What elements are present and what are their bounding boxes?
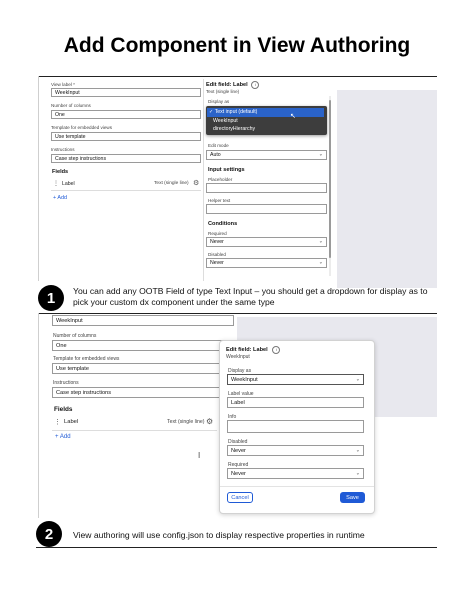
edit-panel-title: Edit field: Label i xyxy=(206,81,260,89)
info-icon[interactable]: i xyxy=(251,81,260,89)
chevron-down-icon: ⌄ xyxy=(355,376,360,383)
add-field-link[interactable]: + Add xyxy=(55,434,71,440)
drag-handle-icon[interactable]: ⋮ xyxy=(54,418,61,426)
screenshot-2: WeekInput Number of columns One Template… xyxy=(38,313,437,518)
placeholder-input[interactable] xyxy=(206,183,327,193)
disabled-label: Disabled xyxy=(208,252,226,257)
modal-subtitle: WeekInput xyxy=(226,354,250,360)
field-type: Text (single line) xyxy=(154,181,189,186)
modal-title-text: Edit field: Label xyxy=(226,347,268,353)
chevron-down-icon: ⌄ xyxy=(355,447,360,454)
step-number-2: 2 xyxy=(36,521,62,547)
instructions-label: Instructions xyxy=(53,380,79,386)
label-value-input[interactable]: Label xyxy=(227,397,364,408)
required-value: Never xyxy=(231,470,246,477)
chevron-down-icon: ⌄ xyxy=(318,238,323,245)
columns-label: Number of columns xyxy=(51,103,91,108)
info-input[interactable] xyxy=(227,420,364,433)
chevron-down-icon: ⌄ xyxy=(318,259,323,266)
display-as-value: WeekInput xyxy=(231,376,258,383)
template-select[interactable]: Use template xyxy=(51,132,201,141)
field-name: Label xyxy=(62,181,75,187)
field-row[interactable]: ⋮ Label Text (single line) ⚙ xyxy=(51,180,201,191)
instructions-label: Instructions xyxy=(51,147,75,152)
columns-label: Number of columns xyxy=(53,333,97,339)
columns-select[interactable]: One xyxy=(52,340,234,351)
field-name: Label xyxy=(64,419,79,425)
helper-text-input[interactable] xyxy=(206,204,327,214)
chevron-down-icon: ⌄ xyxy=(318,151,323,158)
columns-select[interactable]: One xyxy=(51,110,201,119)
left-border xyxy=(38,76,39,281)
display-as-label: Display as xyxy=(208,99,230,104)
instructions-input[interactable]: Case step instructions xyxy=(51,154,201,163)
required-select[interactable]: Never ⌄ xyxy=(206,237,327,247)
top-rule xyxy=(38,76,437,77)
placeholder-label: Placeholder xyxy=(208,177,233,182)
required-label: Required xyxy=(208,231,227,236)
template-label: Template for embedded views xyxy=(51,125,113,130)
edit-panel-divider xyxy=(203,79,204,281)
disabled-value: Never xyxy=(210,260,224,266)
view-label-input[interactable]: WeekInput xyxy=(51,88,201,97)
cancel-button[interactable]: Cancel xyxy=(227,492,253,503)
gear-icon[interactable]: ⚙ xyxy=(193,179,199,187)
add-field-label: Add xyxy=(59,434,71,440)
view-label-input[interactable]: WeekInput xyxy=(52,315,234,326)
disabled-value: Never xyxy=(231,447,246,454)
step-2-caption: View authoring will use config.json to d… xyxy=(73,530,365,540)
gear-icon[interactable]: ⚙ xyxy=(206,417,213,426)
helper-text-label: Helper text xyxy=(208,198,231,203)
disabled-select[interactable]: Never ⌄ xyxy=(206,258,327,268)
display-as-dropdown[interactable]: ✓ Text input (default) WeekInput directo… xyxy=(206,106,327,135)
edit-mode-select[interactable]: Auto ⌄ xyxy=(206,150,327,160)
display-as-select[interactable]: WeekInput ⌄ xyxy=(227,374,364,385)
page-title: Add Component in View Authoring xyxy=(63,34,411,57)
step-1-caption: You can add any OOTB Field of type Text … xyxy=(73,286,428,307)
disabled-select[interactable]: Never ⌄ xyxy=(227,445,364,456)
add-field-link[interactable]: + Add xyxy=(53,195,67,201)
cursor-icon: ↖ xyxy=(290,113,296,120)
template-label: Template for embedded views xyxy=(53,356,120,362)
field-type: Text (single line) xyxy=(167,419,205,425)
edit-panel-subtitle: Text (single line) xyxy=(206,89,240,94)
chevron-down-icon: ⌄ xyxy=(355,470,360,477)
input-settings-heading: Input settings xyxy=(208,167,245,173)
dropdown-option-selected[interactable]: ✓ Text input (default) xyxy=(207,108,324,117)
add-field-label: Add xyxy=(57,195,67,201)
edit-mode-label: Edit mode xyxy=(208,143,229,148)
top-rule xyxy=(38,313,437,314)
plus-icon: + xyxy=(55,434,59,440)
left-border xyxy=(38,313,39,518)
field-row[interactable]: ⋮ Label Text (single line) ⚙ xyxy=(52,417,217,431)
instructions-input[interactable]: Case step instructions xyxy=(52,387,234,398)
right-gray-panel xyxy=(337,90,437,288)
bottom-rule xyxy=(36,547,437,548)
step-number-1: 1 xyxy=(38,285,64,311)
dropdown-option[interactable]: WeekInput xyxy=(213,118,238,124)
screenshot-1: View label * WeekInput Number of columns… xyxy=(38,76,437,288)
template-select[interactable]: Use template xyxy=(52,363,234,374)
required-select[interactable]: Never ⌄ xyxy=(227,468,364,479)
modal-footer-divider xyxy=(220,486,374,487)
plus-icon: + xyxy=(53,195,57,201)
required-value: Never xyxy=(210,239,224,245)
modal-title: Edit field: Label i xyxy=(226,346,281,354)
drag-handle-icon[interactable]: ⋮ xyxy=(53,180,59,187)
conditions-heading: Conditions xyxy=(208,221,238,227)
fields-heading: Fields xyxy=(52,169,69,175)
scrollbar-thumb[interactable] xyxy=(329,100,331,258)
edit-field-modal: Edit field: Label i WeekInput Display as… xyxy=(219,340,375,514)
edit-panel-title-text: Edit field: Label xyxy=(206,82,248,88)
edit-mode-value: Auto xyxy=(210,152,221,158)
info-icon[interactable]: i xyxy=(272,346,281,354)
view-label-label: View label * xyxy=(51,82,75,87)
text-cursor-icon: I xyxy=(198,451,201,460)
dropdown-option[interactable]: directoryHierarchy xyxy=(213,126,255,132)
fields-heading: Fields xyxy=(54,406,73,413)
save-button[interactable]: Save xyxy=(340,492,365,503)
